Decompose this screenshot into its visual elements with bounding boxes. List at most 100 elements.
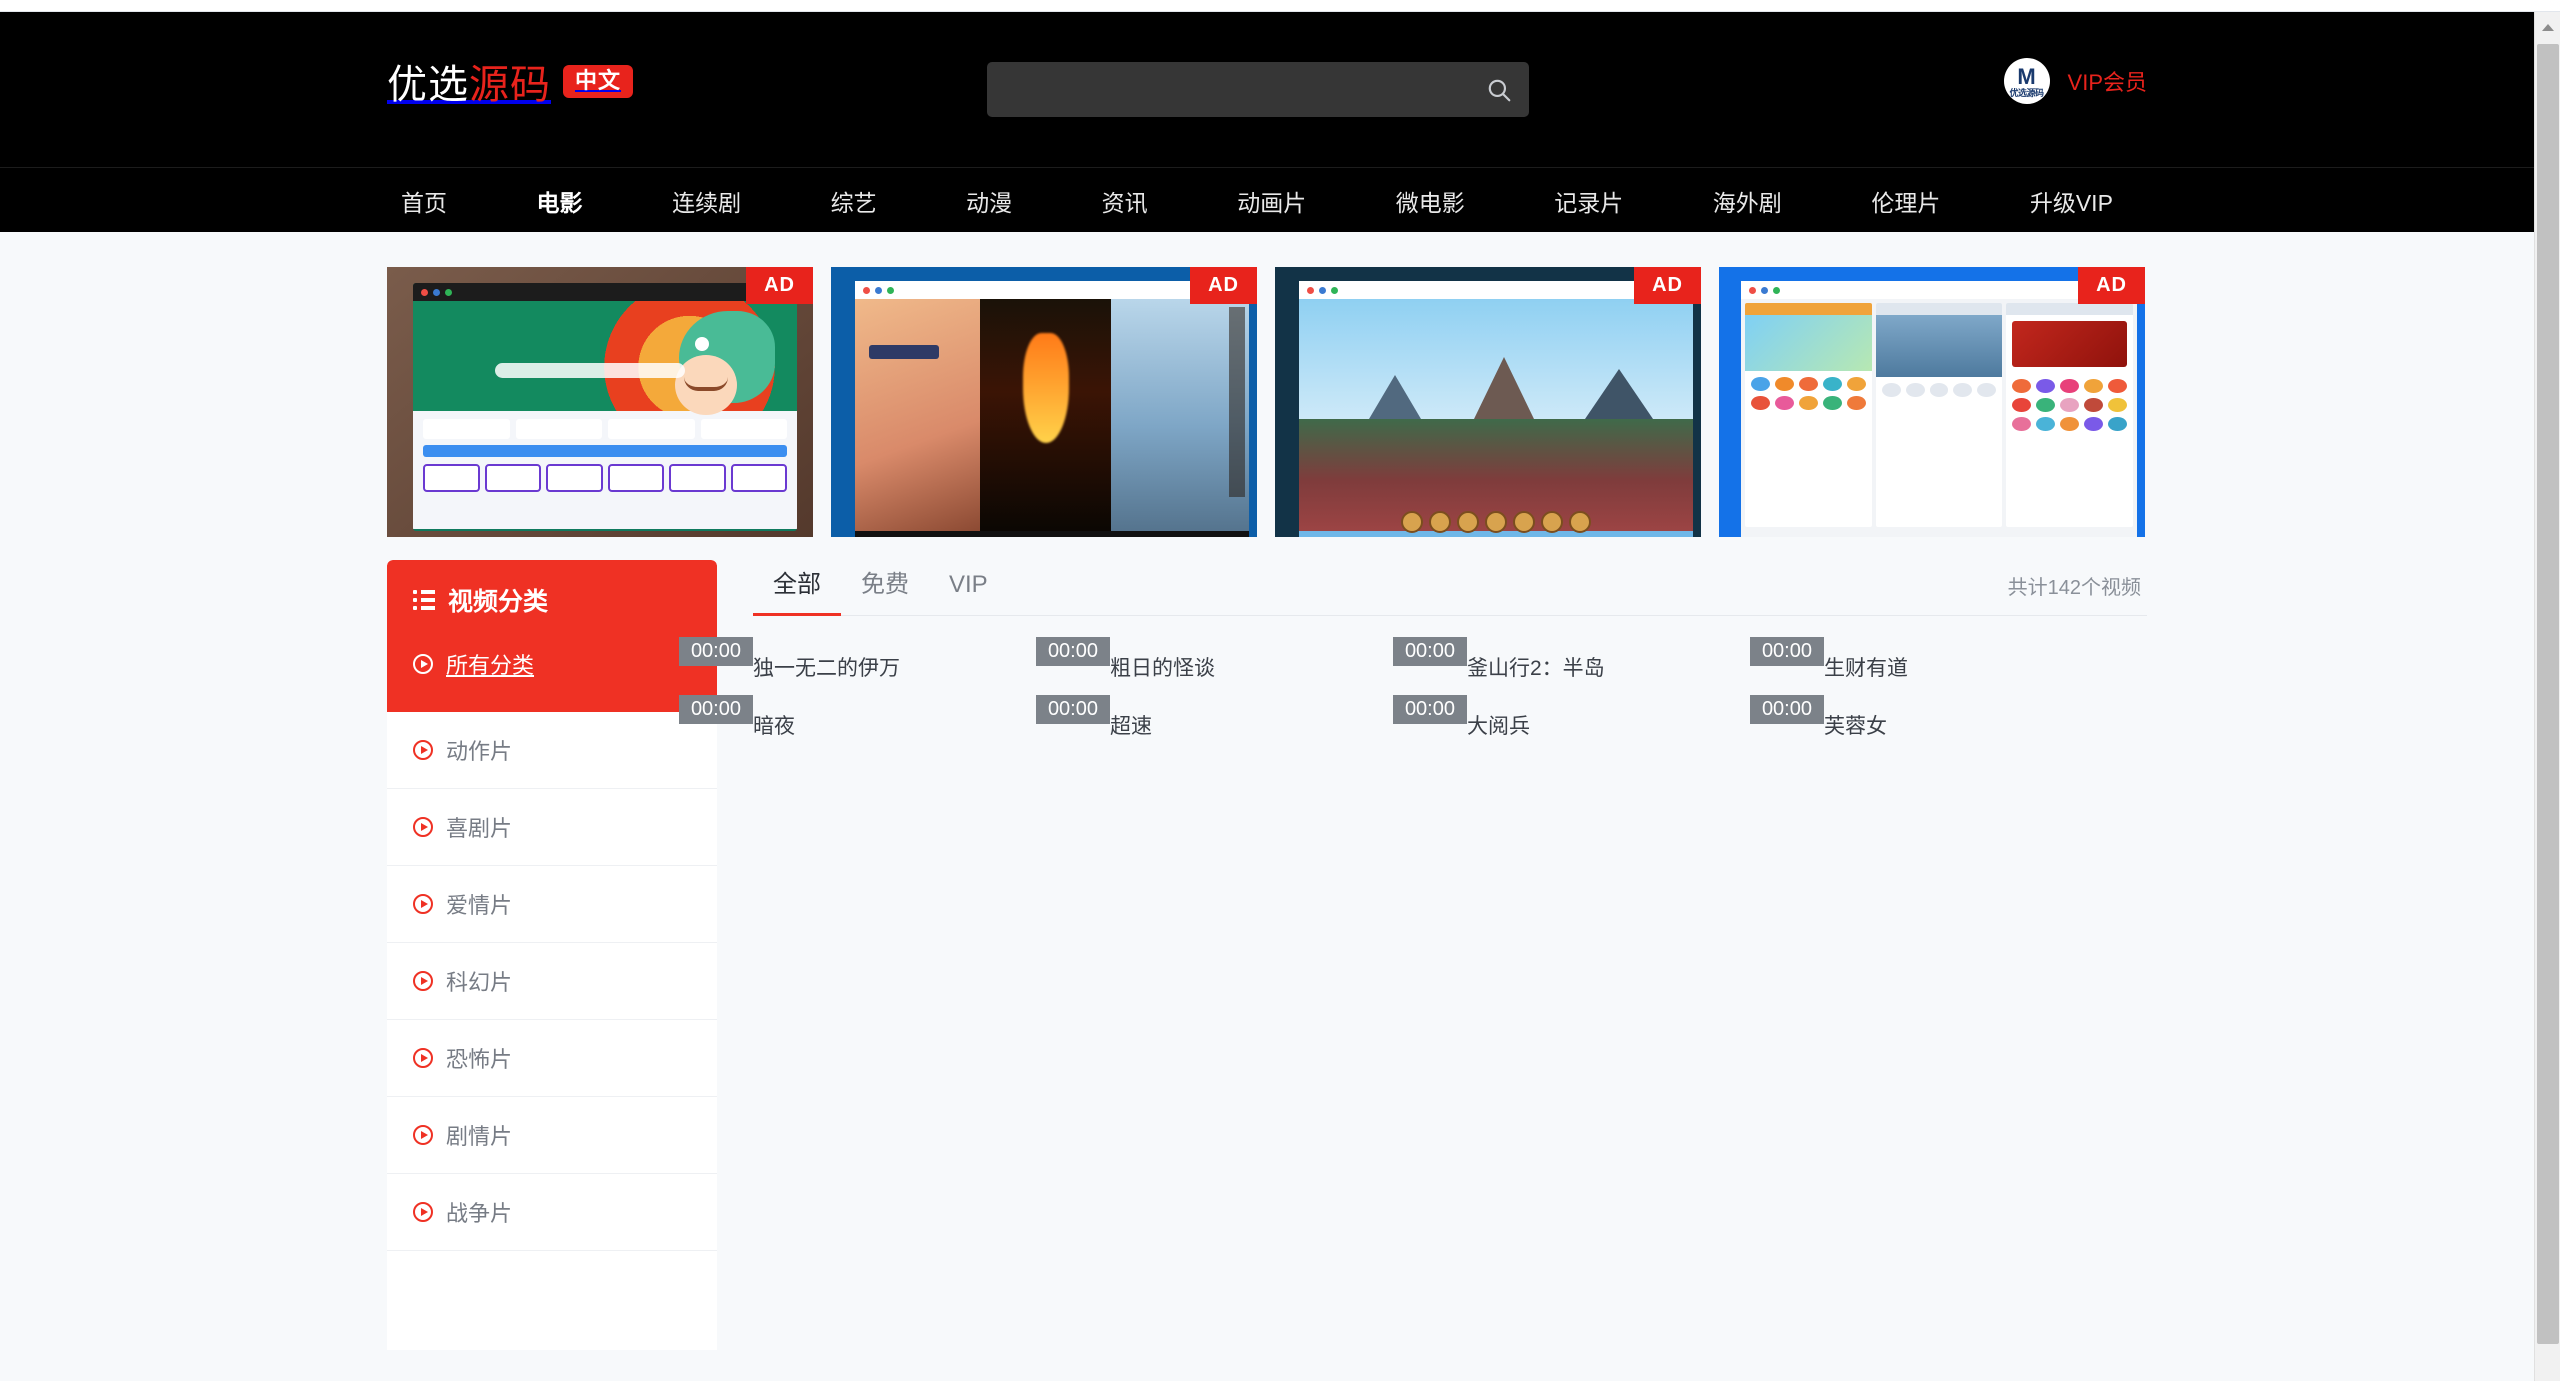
play-circle-icon [413, 1202, 433, 1222]
tab-vip[interactable]: VIP [929, 571, 1008, 615]
page-viewport: 优选 源码 中文 M 优选源码 VIP会员 首页 电影 连续剧 综艺 动漫 资讯… [0, 12, 2534, 1381]
tab-all[interactable]: 全部 [753, 564, 841, 616]
ad-artwork-dragon-portal [387, 267, 813, 537]
video-list-panel: 全部 免费 VIP 共计142个视频 00:00 独一无二的伊万 00:00 粗… [678, 560, 2147, 768]
video-duration: 00:00 [1392, 695, 1467, 724]
nav-item-series[interactable]: 连续剧 [668, 178, 745, 224]
nav-item-documentary[interactable]: 记录片 [1550, 178, 1627, 224]
avatar-mark: M [2017, 64, 2036, 89]
video-grid: 00:00 独一无二的伊万 00:00 粗日的怪谈 00:00 釜山行2：半岛 … [678, 616, 2147, 768]
nav-item-anime[interactable]: 动漫 [962, 178, 1016, 224]
nav-item-ethics[interactable]: 伦理片 [1867, 178, 1944, 224]
sidebar-title-row: 视频分类 [413, 582, 691, 648]
video-title: 独一无二的伊万 [753, 657, 900, 680]
sidebar-item-romance[interactable]: 爱情片 [387, 866, 717, 943]
sidebar-item-label: 剧情片 [446, 1124, 513, 1149]
sidebar-item-label: 恐怖片 [446, 1047, 513, 1072]
play-circle-icon [413, 1048, 433, 1068]
sidebar-item-label: 动作片 [446, 739, 513, 764]
play-circle-icon [413, 971, 433, 991]
nav-list: 首页 电影 连续剧 综艺 动漫 资讯 动画片 微电影 记录片 海外剧 伦理片 升… [387, 168, 2147, 233]
filter-tabs: 全部 免费 VIP 共计142个视频 [753, 560, 2147, 616]
ad-badge: AD [1634, 267, 1701, 304]
video-count-label: 共计142个视频 [2007, 577, 2141, 599]
video-title: 粗日的怪谈 [1110, 657, 1215, 680]
video-duration: 00:00 [1749, 695, 1824, 724]
tab-free[interactable]: 免费 [841, 564, 929, 615]
ad-badge: AD [1190, 267, 1257, 304]
play-circle-icon [413, 654, 433, 674]
sidebar-title-label: 视频分类 [448, 588, 549, 616]
play-circle-icon [413, 740, 433, 760]
video-duration: 00:00 [678, 695, 753, 724]
ad-artwork-mobile-app [1719, 267, 2145, 537]
video-title: 芙蓉女 [1824, 715, 1887, 738]
avatar[interactable]: M 优选源码 [2003, 58, 2050, 104]
video-title: 超速 [1110, 715, 1152, 738]
browser-top-edge [0, 0, 2560, 12]
search-box[interactable] [987, 62, 1529, 117]
sidebar-item-war[interactable]: 战争片 [387, 1174, 717, 1251]
sidebar-item-drama[interactable]: 剧情片 [387, 1097, 717, 1174]
video-duration: 00:00 [1035, 695, 1110, 724]
scrollbar-thumb[interactable] [2537, 44, 2559, 1344]
nav-item-microfilm[interactable]: 微电影 [1392, 178, 1469, 224]
ad-artwork-chinese-game [1275, 267, 1701, 537]
logo-language-badge: 中文 [563, 64, 634, 98]
ad-banner-2[interactable]: AD [831, 267, 1257, 537]
video-duration: 00:00 [1392, 637, 1467, 666]
ad-banner-row: AD AD AD AD [0, 267, 2534, 542]
play-circle-icon [413, 894, 433, 914]
list-icon [413, 590, 435, 610]
site-logo[interactable]: 优选 源码 中文 [387, 52, 634, 110]
video-card[interactable]: 00:00 大阅兵 [1392, 695, 1790, 740]
search-input[interactable] [987, 62, 1469, 117]
logo-text-primary: 优选 [387, 63, 469, 107]
sidebar-item-label: 所有分类 [446, 653, 535, 678]
ad-artwork-anime-game [831, 267, 1257, 537]
ad-banner-4[interactable]: AD [1719, 267, 2145, 537]
sidebar-item-action[interactable]: 动作片 [387, 712, 717, 789]
video-title: 暗夜 [753, 715, 795, 738]
nav-item-news[interactable]: 资讯 [1098, 178, 1152, 224]
play-circle-icon [413, 1125, 433, 1145]
video-duration: 00:00 [678, 637, 753, 666]
nav-item-cartoon[interactable]: 动画片 [1233, 178, 1310, 224]
browser-scrollbar[interactable] [2534, 12, 2560, 1381]
video-card[interactable]: 00:00 暗夜 [678, 695, 1076, 740]
user-area[interactable]: M 优选源码 VIP会员 [2003, 58, 2147, 104]
video-title: 大阅兵 [1467, 715, 1530, 738]
video-card[interactable]: 00:00 超速 [1035, 695, 1433, 740]
content-area: 视频分类 所有分类 动作片 喜剧片 爱情片 科幻片 恐怖片 剧情片 战争片 全部… [0, 560, 2534, 1350]
logo-text-secondary: 源码 [469, 63, 551, 107]
nav-item-movies[interactable]: 电影 [533, 178, 587, 224]
ad-banner-3[interactable]: AD [1275, 267, 1701, 537]
search-button[interactable] [1469, 62, 1529, 117]
nav-item-upgrade-vip[interactable]: 升级VIP [2026, 178, 2117, 224]
sidebar-item-horror[interactable]: 恐怖片 [387, 1020, 717, 1097]
main-nav: 首页 电影 连续剧 综艺 动漫 资讯 动画片 微电影 记录片 海外剧 伦理片 升… [0, 167, 2534, 232]
site-header: 优选 源码 中文 M 优选源码 VIP会员 [0, 12, 2534, 167]
video-card[interactable]: 00:00 芙蓉女 [1749, 695, 2147, 740]
sidebar-item-comedy[interactable]: 喜剧片 [387, 789, 717, 866]
sidebar-item-label: 科幻片 [446, 970, 513, 995]
video-title: 生财有道 [1824, 657, 1908, 680]
sidebar-item-label: 喜剧片 [446, 816, 513, 841]
sidebar-item-all-categories[interactable]: 所有分类 [387, 648, 717, 712]
sidebar-item-label: 战争片 [446, 1201, 513, 1226]
nav-item-home[interactable]: 首页 [397, 178, 451, 224]
sidebar-item-scifi[interactable]: 科幻片 [387, 943, 717, 1020]
vip-member-link[interactable]: VIP会员 [2068, 65, 2147, 97]
nav-item-variety[interactable]: 综艺 [827, 178, 881, 224]
video-card[interactable]: 00:00 釜山行2：半岛 [1392, 637, 1790, 682]
video-card[interactable]: 00:00 粗日的怪谈 [1035, 637, 1433, 682]
video-card[interactable]: 00:00 独一无二的伊万 [678, 637, 1076, 682]
search-icon [1488, 79, 1511, 101]
video-duration: 00:00 [1035, 637, 1110, 666]
ad-banner-1[interactable]: AD [387, 267, 813, 537]
video-title: 釜山行2：半岛 [1467, 657, 1605, 680]
video-card[interactable]: 00:00 生财有道 [1749, 637, 2147, 682]
scroll-up-arrow-icon[interactable] [2535, 12, 2560, 42]
category-sidebar: 视频分类 所有分类 动作片 喜剧片 爱情片 科幻片 恐怖片 剧情片 战争片 [387, 560, 717, 1350]
nav-item-overseas[interactable]: 海外剧 [1709, 178, 1786, 224]
